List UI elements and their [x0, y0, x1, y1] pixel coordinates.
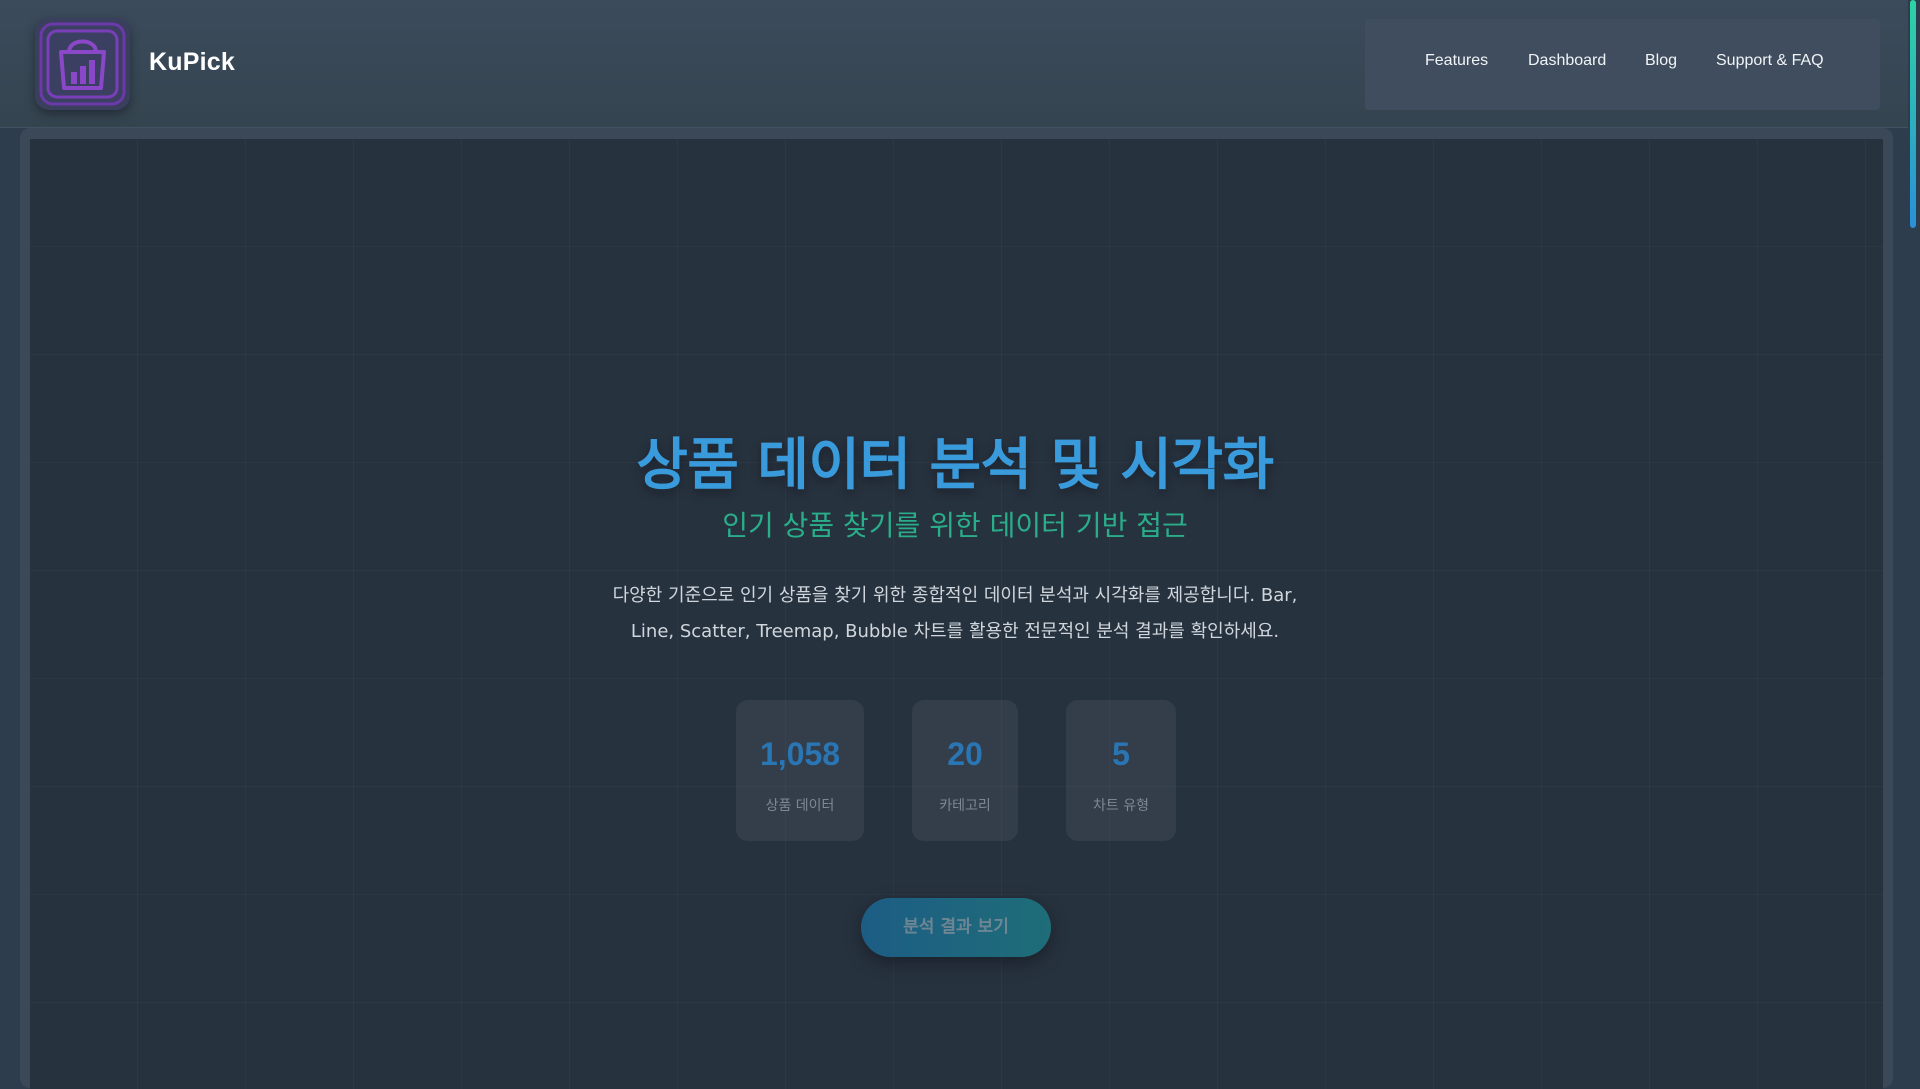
main-nav: Features Dashboard Blog Support & FAQ: [1365, 19, 1880, 110]
scrollbar-thumb[interactable]: [1910, 0, 1916, 228]
stat-card-chart-types: 5 차트 유형: [1066, 700, 1176, 841]
nav-dashboard[interactable]: Dashboard: [1528, 52, 1606, 70]
nav-support-faq[interactable]: Support & FAQ: [1716, 52, 1824, 70]
top-header: KuPick Features Dashboard Blog Support &…: [0, 0, 1908, 128]
brand-name[interactable]: KuPick: [149, 48, 235, 77]
description-line-1: 다양한 기준으로 인기 상품을 찾기 위한 종합적인 데이터 분석과 시각화를 …: [612, 585, 1298, 606]
stat-value: 1,058: [759, 736, 841, 772]
hero-description: 다양한 기준으로 인기 상품을 찾기 위한 종합적인 데이터 분석과 시각화를 …: [555, 578, 1355, 650]
stat-label: 상품 데이터: [765, 798, 835, 814]
stat-card-categories: 20 카테고리: [912, 700, 1018, 841]
scrollbar[interactable]: [1908, 0, 1920, 1080]
stat-label: 차트 유형: [1093, 798, 1149, 814]
view-analysis-button[interactable]: 분석 결과 보기: [861, 898, 1051, 957]
stat-value: 5: [1112, 736, 1130, 772]
nav-features[interactable]: Features: [1425, 52, 1488, 70]
page-title: 상품 데이터 분석 및 시각화: [636, 433, 1274, 498]
logo[interactable]: [35, 18, 130, 110]
description-line-2: Line, Scatter, Treemap, Bubble 차트를 활용한 전…: [630, 621, 1280, 642]
nav-blog[interactable]: Blog: [1645, 52, 1677, 70]
page-subtitle: 인기 상품 찾기를 위한 데이터 기반 접근: [722, 509, 1188, 542]
shopping-bag-chart-icon: [39, 22, 126, 106]
stat-label: 카테고리: [939, 798, 991, 814]
stat-value: 20: [947, 736, 983, 772]
stat-card-products: 1,058 상품 데이터: [736, 700, 864, 841]
